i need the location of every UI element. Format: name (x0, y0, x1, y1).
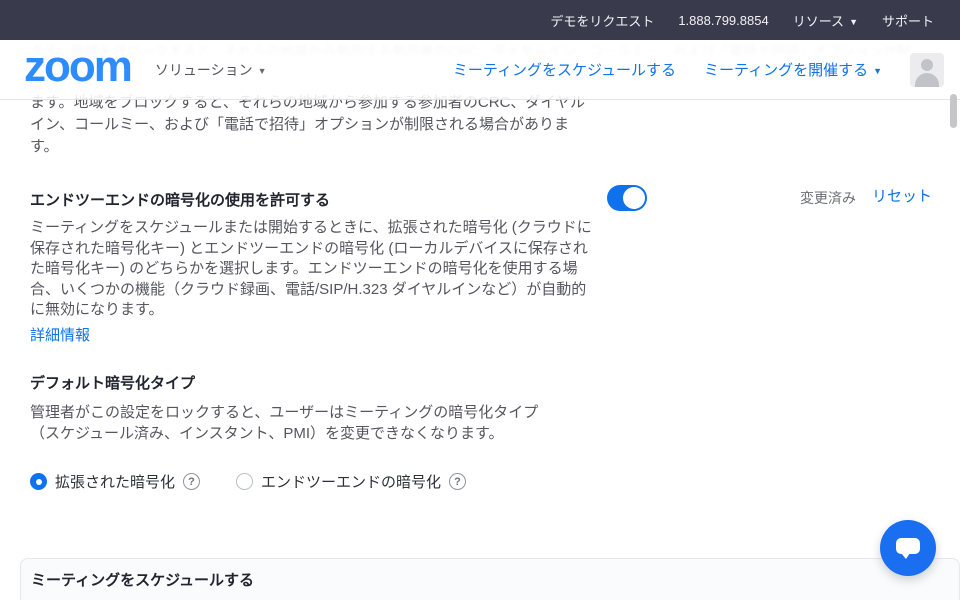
learn-more-link[interactable]: 詳細情報 (30, 324, 90, 345)
radio-selected-icon[interactable] (30, 473, 47, 490)
encryption-type-options: 拡張された暗号化 ? エンドツーエンドの暗号化 ? (30, 471, 466, 492)
blocked-regions-description: ます。地域をブロックすると、それらの地域から参加する参加者のCRC、ダイヤルイン… (30, 92, 596, 158)
resources-menu[interactable]: リソース▼ (793, 11, 858, 30)
chat-launcher-button[interactable] (880, 520, 936, 576)
reset-link[interactable]: リセット (872, 185, 932, 206)
help-icon[interactable]: ? (183, 473, 200, 490)
chat-bubble-icon (896, 538, 920, 554)
e2e-encryption-setting-title: エンドツーエンドの暗号化の使用を許可する (30, 189, 330, 210)
toggle-knob (623, 187, 645, 209)
radio-unselected-icon[interactable] (236, 473, 253, 490)
e2e-encryption-description: ミーティングをスケジュールまたは開始するときに、拡張された暗号化 (クラウドに保… (30, 218, 596, 321)
solutions-menu[interactable]: ソリューション▼ (155, 60, 267, 80)
phone-number-link[interactable]: 1.888.799.8854 (678, 13, 768, 28)
radio-e2e-label: エンドツーエンドの暗号化 (261, 471, 441, 492)
radio-enhanced-label: 拡張された暗号化 (55, 471, 175, 492)
default-encryption-title: デフォルト暗号化タイプ (30, 372, 195, 393)
radio-enhanced-encryption[interactable]: 拡張された暗号化 ? (30, 471, 200, 492)
default-encryption-description: 管理者がこの設定をロックすると、ユーザーはミーティングの暗号化タイプ（スケジュー… (30, 402, 554, 444)
radio-e2e-encryption[interactable]: エンドツーエンドの暗号化 ? (236, 471, 466, 492)
chevron-down-icon: ▼ (258, 66, 267, 76)
avatar-person-icon (921, 59, 933, 71)
user-avatar[interactable] (910, 53, 944, 87)
chevron-down-icon: ▼ (849, 17, 858, 27)
host-meeting-menu[interactable]: ミーティングを開催する▼ (704, 59, 882, 80)
scrollbar-thumb[interactable] (950, 94, 957, 128)
topbar: デモをリクエスト 1.888.799.8854 リソース▼ サポート (0, 0, 960, 40)
avatar-person-icon (915, 73, 939, 87)
site-header: zoom ソリューション▼ ミーティングをスケジュールする ミーティングを開催す… (0, 40, 960, 100)
request-demo-link[interactable]: デモをリクエスト (550, 11, 654, 30)
section-bar-title: ミーティングをスケジュールする (31, 569, 959, 590)
support-link[interactable]: サポート (882, 11, 934, 30)
modified-badge: 変更済み (800, 188, 856, 208)
zoom-logo[interactable]: zoom (24, 45, 131, 95)
chevron-down-icon: ▼ (873, 66, 882, 76)
schedule-meeting-link[interactable]: ミーティングをスケジュールする (453, 59, 676, 80)
e2e-encryption-toggle[interactable] (607, 185, 647, 211)
help-icon[interactable]: ? (449, 473, 466, 490)
schedule-meeting-section-header: ミーティングをスケジュールする (20, 558, 960, 600)
settings-page: ます。地域をブロックすると、それらの地域から参加する参加者のCRC、ダイヤルイン… (0, 40, 960, 600)
